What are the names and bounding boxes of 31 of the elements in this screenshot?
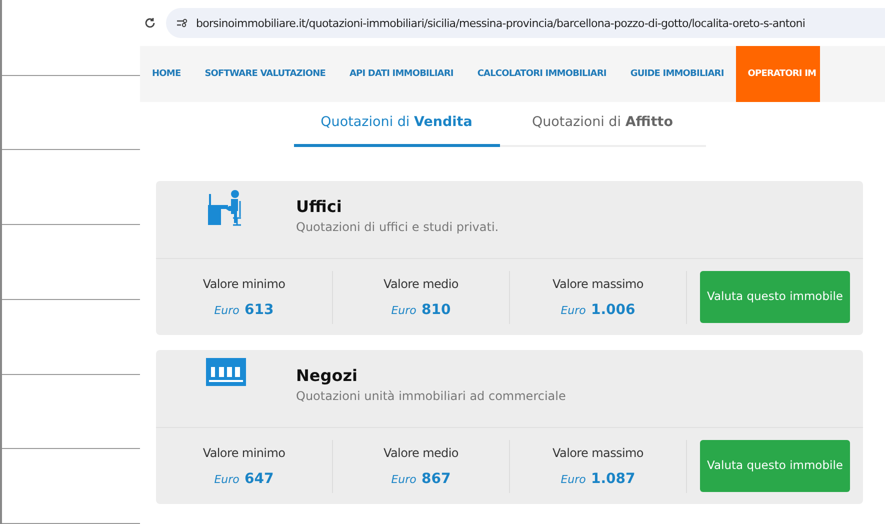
value-label: Valore minimo	[202, 276, 286, 290]
quotation-tab[interactable]: Quotazioni di Affitto	[500, 102, 706, 147]
price-value: Euro 810	[390, 300, 452, 318]
quotation-tab[interactable]: Quotazioni di Vendita	[294, 102, 500, 147]
nav-link[interactable]: OPERATORI IM	[736, 46, 820, 102]
evaluate-button[interactable]: Valuta questo immobile	[700, 440, 850, 492]
price-value: Euro 1.087	[560, 470, 636, 486]
nav-link[interactable]: GUIDE IMMOBILIARI	[618, 46, 736, 102]
category-description: Quotazioni unità immobiliari ad commerciale	[296, 389, 566, 403]
reload-icon[interactable]	[144, 17, 156, 29]
nav-link[interactable]: SOFTWARE VALUTAZIONE	[192, 46, 338, 102]
address-bar[interactable]: borsinoimmobiliare.it/quotazioni-immobiliari/sicilia/messina-provincia/barcellona-pozzo-di-gotto/localita-oreto-s-antoni	[166, 8, 885, 38]
category-title: Uffici	[296, 197, 343, 216]
url-text: borsinoimmobiliare.it/quotazioni-immobiliari/sicilia/messina-provincia/barcellona-pozzo-di-gotto/localita-oreto-s-antoni	[196, 16, 806, 30]
price-value: Euro 647	[213, 470, 275, 486]
site-settings-icon[interactable]	[176, 18, 188, 28]
value-label: Valore medio	[382, 276, 460, 290]
category-title: Negozi	[296, 366, 358, 385]
value-label: Valore massimo	[552, 276, 644, 290]
nav-link[interactable]: HOME	[140, 46, 193, 102]
price-value: Euro 613	[213, 300, 275, 318]
nav-link[interactable]: API DATI IMMOBILIARI	[337, 46, 466, 102]
price-value: Euro 867	[390, 470, 452, 486]
value-label: Valore medio	[382, 446, 460, 460]
evaluate-button[interactable]: Valuta questo immobile	[700, 271, 850, 323]
category-description: Quotazioni di uffici e studi privati.	[296, 220, 499, 234]
storefront-icon	[206, 358, 246, 386]
nav-link[interactable]: CALCOLATORI IMMOBILIARI	[465, 46, 618, 102]
value-label: Valore minimo	[202, 446, 286, 460]
value-label: Valore massimo	[552, 446, 644, 460]
price-value: Euro 1.006	[560, 300, 636, 318]
